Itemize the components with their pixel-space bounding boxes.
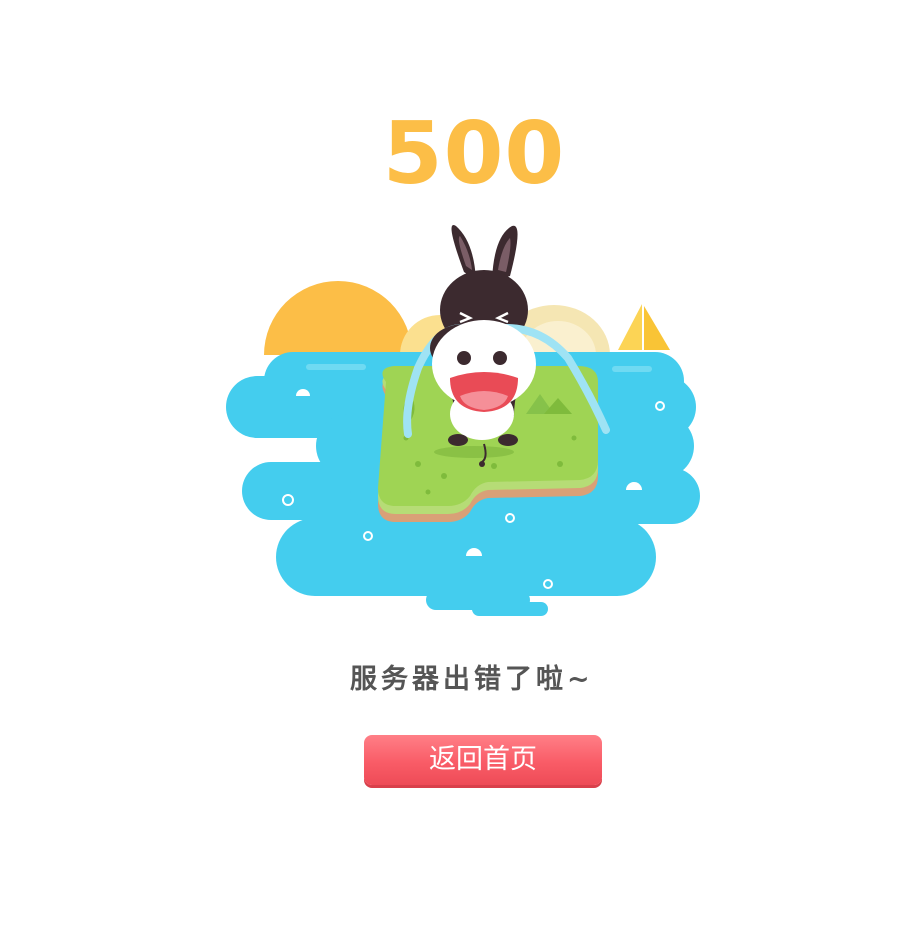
crying-donkey-illustration [226,224,700,616]
back-home-button[interactable]: 返回首页 [364,735,602,785]
error-message: 服务器出错了啦~ [350,664,594,695]
error-code: 500 [382,104,566,204]
sun-icon [264,281,412,355]
